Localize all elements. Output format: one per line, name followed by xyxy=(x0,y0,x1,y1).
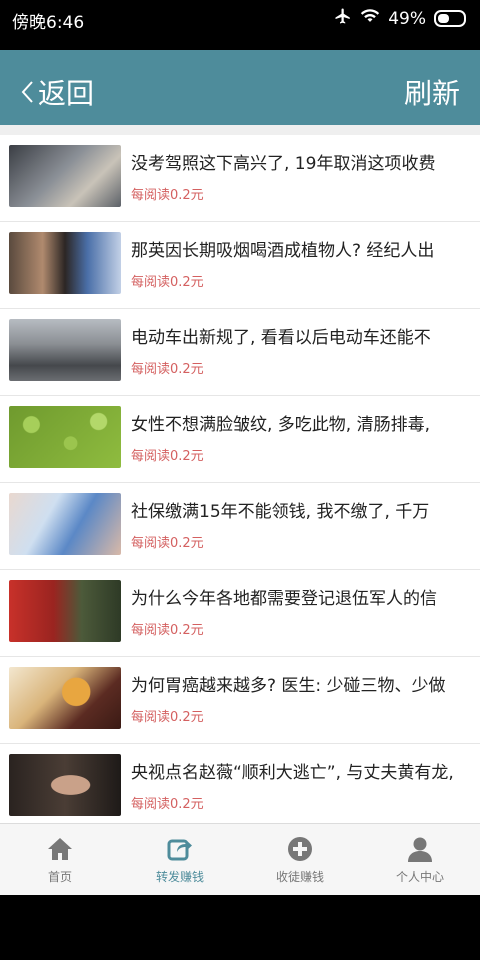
battery-percent: 49% xyxy=(388,8,426,29)
status-bar: 傍晚6:46 49% xyxy=(0,0,480,50)
list-item[interactable]: 女性不想满脸皱纹, 多吃此物, 清肠排毒, 每阅读0.2元 xyxy=(0,396,480,483)
article-thumbnail xyxy=(9,493,121,555)
article-title: 社保缴满15年不能领钱, 我不缴了, 千万 xyxy=(131,502,430,522)
status-icons: 49% xyxy=(334,7,466,30)
tab-recruit-earn[interactable]: 收徒赚钱 xyxy=(240,824,360,896)
article-thumbnail xyxy=(9,232,121,294)
article-thumbnail xyxy=(9,319,121,381)
article-reward: 每阅读0.2元 xyxy=(131,275,204,290)
article-list: 没考驾照这下高兴了, 19年取消这项收费 每阅读0.2元 那英因长期吸烟喝酒成植… xyxy=(0,135,480,823)
article-thumbnail xyxy=(9,754,121,816)
article-reward: 每阅读0.2元 xyxy=(131,797,204,812)
person-icon xyxy=(408,837,432,862)
article-title: 电动车出新规了, 看看以后电动车还能不 xyxy=(131,328,431,348)
article-title: 女性不想满脸皱纹, 多吃此物, 清肠排毒, xyxy=(131,415,431,435)
article-thumbnail xyxy=(9,580,121,642)
article-reward: 每阅读0.2元 xyxy=(131,623,204,638)
list-item[interactable]: 没考驾照这下高兴了, 19年取消这项收费 每阅读0.2元 xyxy=(0,135,480,222)
tab-label: 首页 xyxy=(47,869,72,884)
chevron-left-icon xyxy=(21,81,33,103)
article-thumbnail xyxy=(9,667,121,729)
article-reward: 每阅读0.2元 xyxy=(131,449,204,464)
header-bar: 返回 刷新 xyxy=(0,50,480,125)
back-button[interactable]: 返回 xyxy=(20,72,94,112)
article-thumbnail xyxy=(9,145,121,207)
tab-label: 收徒赚钱 xyxy=(275,869,324,884)
status-time: 傍晚6:46 xyxy=(12,13,85,33)
wifi-icon xyxy=(360,8,380,29)
article-reward: 每阅读0.2元 xyxy=(131,188,204,203)
plus-circle-icon xyxy=(288,836,312,861)
bottom-black-area xyxy=(0,895,480,960)
article-reward: 每阅读0.2元 xyxy=(131,536,204,551)
article-title: 没考驾照这下高兴了, 19年取消这项收费 xyxy=(131,154,436,174)
article-title: 那英因长期吸烟喝酒成植物人? 经纪人出 xyxy=(131,241,435,261)
battery-icon xyxy=(434,10,466,27)
list-item[interactable]: 为何胃癌越来越多? 医生: 少碰三物、少做 每阅读0.2元 xyxy=(0,657,480,744)
list-item[interactable]: 那英因长期吸烟喝酒成植物人? 经纪人出 每阅读0.2元 xyxy=(0,222,480,309)
list-item[interactable]: 央视点名赵薇“顺利大逃亡”, 与丈夫黄有龙, 每阅读0.2元 xyxy=(0,744,480,823)
article-reward: 每阅读0.2元 xyxy=(131,362,204,377)
list-item[interactable]: 社保缴满15年不能领钱, 我不缴了, 千万 每阅读0.2元 xyxy=(0,483,480,570)
article-reward: 每阅读0.2元 xyxy=(131,710,204,725)
list-item[interactable]: 为什么今年各地都需要登记退伍军人的信 每阅读0.2元 xyxy=(0,570,480,657)
share-icon xyxy=(167,839,192,860)
article-title: 为什么今年各地都需要登记退伍军人的信 xyxy=(131,589,437,609)
back-label: 返回 xyxy=(38,77,95,110)
airplane-icon xyxy=(334,7,352,30)
refresh-button[interactable]: 刷新 xyxy=(404,72,460,112)
tab-share-earn[interactable]: 转发赚钱 xyxy=(120,824,240,896)
article-title: 为何胃癌越来越多? 医生: 少碰三物、少做 xyxy=(131,676,446,696)
bottom-tab-bar: 首页 转发赚钱 收徒赚钱 个人中心 xyxy=(0,823,480,896)
tab-label: 转发赚钱 xyxy=(155,869,204,884)
article-thumbnail xyxy=(9,406,121,468)
list-item[interactable]: 电动车出新规了, 看看以后电动车还能不 每阅读0.2元 xyxy=(0,309,480,396)
tab-label: 个人中心 xyxy=(395,869,444,884)
article-title: 央视点名赵薇“顺利大逃亡”, 与丈夫黄有龙, xyxy=(131,763,454,783)
home-icon xyxy=(48,837,72,860)
article-list-area[interactable]: 没考驾照这下高兴了, 19年取消这项收费 每阅读0.2元 那英因长期吸烟喝酒成植… xyxy=(0,125,480,823)
tab-profile[interactable]: 个人中心 xyxy=(360,824,480,896)
tab-home[interactable]: 首页 xyxy=(0,824,120,896)
